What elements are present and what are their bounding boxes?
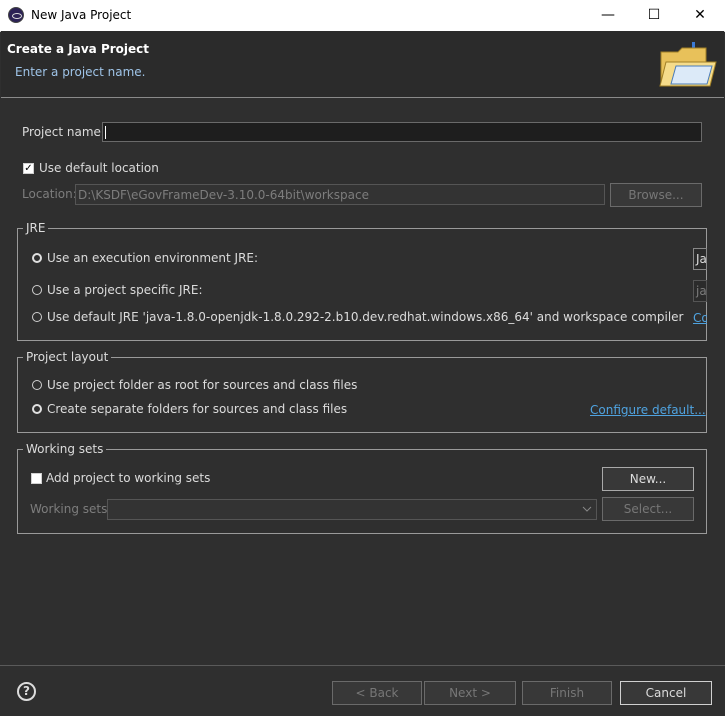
project-layout-legend: Project layout	[23, 350, 112, 364]
location-input[interactable]: D:\KSDF\eGovFrameDev-3.10.0-64bit\worksp…	[75, 184, 605, 205]
new-working-set-button[interactable]: New...	[602, 467, 694, 491]
default-jre-radio[interactable]	[32, 312, 42, 322]
default-jre-label: Use default JRE 'java-1.8.0-openjdk-1.8.…	[47, 310, 687, 324]
browse-button[interactable]: Browse...	[610, 183, 702, 207]
working-sets-label: Working sets:	[30, 502, 112, 516]
working-sets-group	[17, 449, 707, 534]
header-separator	[1, 97, 724, 98]
wizard-subtitle: Enter a project name.	[15, 65, 146, 79]
add-to-working-sets-label: Add project to working sets	[46, 471, 211, 485]
help-icon[interactable]: ?	[17, 682, 36, 701]
use-default-location-label: Use default location	[39, 161, 159, 175]
wizard-title: Create a Java Project	[7, 42, 150, 56]
single-folder-radio[interactable]	[32, 380, 42, 390]
project-specific-jre-combo-value: ja	[696, 284, 707, 298]
folder-wizard-icon	[659, 42, 717, 87]
cancel-button[interactable]: Cancel	[620, 681, 712, 705]
separate-folders-radio[interactable]	[32, 404, 42, 414]
jre-legend: JRE	[23, 221, 49, 235]
project-layout-group	[17, 357, 707, 433]
project-specific-jre-radio[interactable]	[32, 285, 42, 295]
minimize-button[interactable]: —	[585, 0, 631, 31]
execution-env-radio[interactable]	[32, 253, 42, 263]
add-to-working-sets-checkbox[interactable]	[31, 473, 42, 484]
project-name-input[interactable]	[102, 122, 702, 142]
select-working-sets-button[interactable]: Select...	[602, 497, 694, 521]
configure-jres-link[interactable]: Co	[693, 311, 707, 325]
project-specific-jre-combo[interactable]: ja	[693, 280, 707, 302]
back-button[interactable]: < Back	[332, 681, 422, 705]
title-bar: New Java Project — ☐ ✕	[0, 0, 725, 32]
close-button[interactable]: ✕	[677, 0, 723, 31]
finish-button[interactable]: Finish	[522, 681, 612, 705]
execution-env-combo[interactable]: Ja	[693, 248, 707, 270]
separate-folders-label: Create separate folders for sources and …	[47, 402, 348, 416]
location-value: D:\KSDF\eGovFrameDev-3.10.0-64bit\worksp…	[78, 188, 369, 202]
maximize-button[interactable]: ☐	[631, 0, 677, 31]
text-cursor	[105, 126, 106, 139]
working-sets-legend: Working sets	[23, 442, 107, 456]
single-folder-label: Use project folder as root for sources a…	[47, 378, 358, 392]
use-default-location-checkbox[interactable]: ✓	[23, 163, 34, 174]
project-specific-jre-label: Use a project specific JRE:	[47, 283, 203, 297]
configure-default-link[interactable]: Configure default...	[590, 403, 706, 417]
dropdown-arrow-icon	[582, 506, 592, 512]
project-name-label: Project name:	[22, 125, 105, 139]
eclipse-app-icon	[8, 7, 24, 23]
execution-env-label: Use an execution environment JRE:	[47, 251, 259, 265]
location-label: Location:	[22, 187, 77, 201]
window-title: New Java Project	[31, 8, 132, 22]
working-sets-combo[interactable]	[107, 499, 597, 520]
next-button[interactable]: Next >	[424, 681, 516, 705]
wizard-header	[1, 31, 724, 97]
execution-env-combo-value: Ja	[696, 252, 707, 266]
footer-separator	[0, 665, 725, 666]
